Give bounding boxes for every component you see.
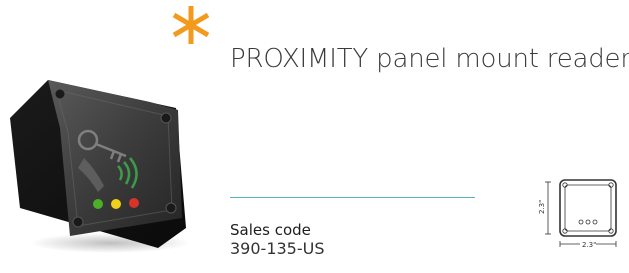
product-photo [10, 80, 190, 253]
reader-outline [559, 179, 617, 237]
sales-code-label: Sales code [230, 221, 311, 239]
product-title: PROXIMITY panel mount reader [230, 44, 629, 74]
divider [230, 197, 475, 198]
sales-code-value: 390-135-US [230, 239, 325, 258]
asterisk-icon [172, 6, 210, 44]
width-dimension-label: 2.3" [582, 241, 596, 249]
led-red [129, 198, 139, 208]
height-dimension-label: 2.3" [538, 200, 546, 214]
led-green [93, 199, 103, 209]
led-yellow [111, 199, 121, 209]
dimension-diagram: 2.3" 2.3" [538, 179, 617, 249]
